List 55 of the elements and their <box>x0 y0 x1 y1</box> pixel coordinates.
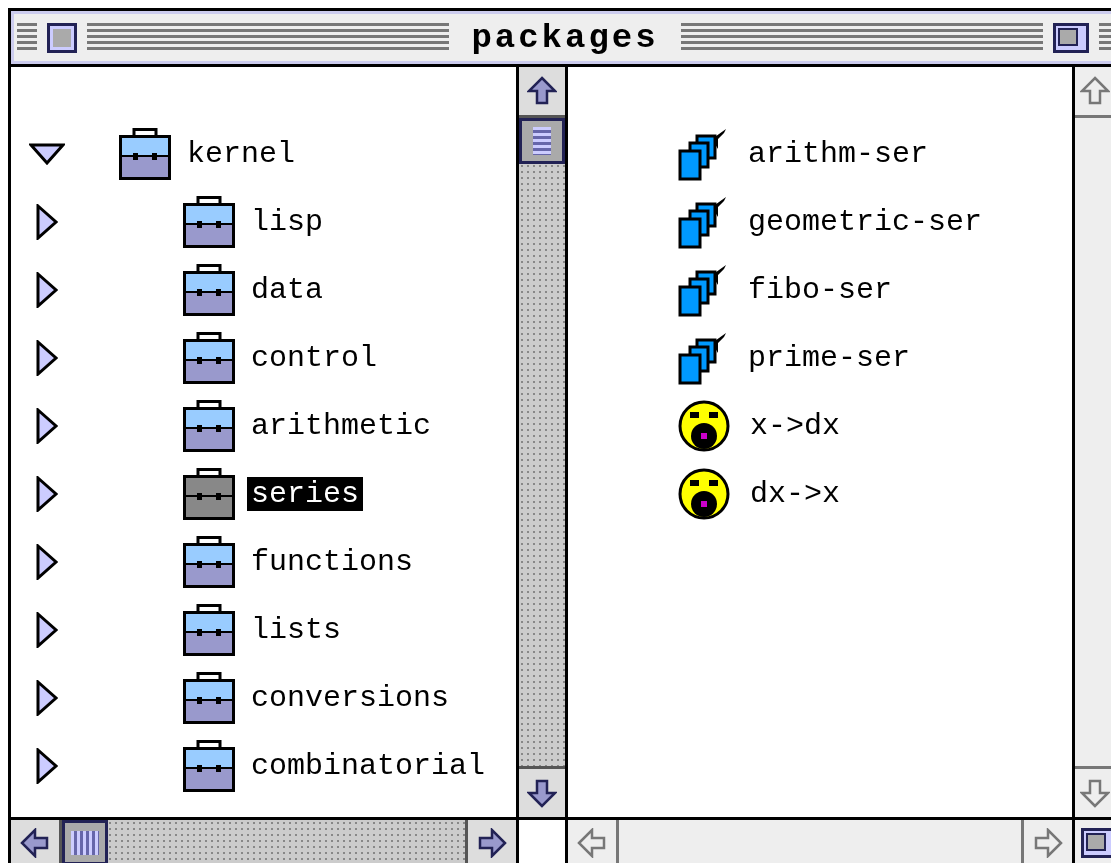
zoom-box[interactable] <box>1053 22 1089 53</box>
briefcase-icon <box>183 536 235 588</box>
briefcase-icon <box>119 128 171 180</box>
package-name[interactable]: lists <box>247 613 345 647</box>
package-name[interactable]: data <box>247 273 327 307</box>
briefcase-icon <box>183 400 235 452</box>
briefcase-icon <box>183 604 235 656</box>
screaming-face-icon <box>678 468 730 520</box>
scroll-down-arrow-icon[interactable] <box>527 778 557 808</box>
resize-box[interactable] <box>1081 827 1111 858</box>
item-name[interactable]: geometric-ser <box>748 205 983 239</box>
briefcase-icon <box>183 468 235 520</box>
title-bar-stripes <box>17 22 37 53</box>
stacked-pages-icon <box>678 195 728 249</box>
item-name[interactable]: arithm-ser <box>748 137 929 171</box>
briefcase-icon <box>183 264 235 316</box>
expand-triangle-icon[interactable] <box>36 476 58 512</box>
scroll-right-arrow-icon[interactable] <box>477 827 507 858</box>
package-name[interactable]: functions <box>247 545 418 579</box>
package-name[interactable]: control <box>247 341 382 375</box>
horizontal-scrollbar[interactable] <box>11 820 519 863</box>
vertical-scrollbar[interactable] <box>519 67 568 817</box>
briefcase-icon <box>183 332 235 384</box>
package-name[interactable]: arithmetic <box>247 409 436 443</box>
item-name[interactable]: fibo-ser <box>748 273 893 307</box>
briefcase-icon <box>183 672 235 724</box>
window-title: packages <box>470 18 660 57</box>
expand-triangle-icon[interactable] <box>36 680 58 716</box>
expand-triangle-icon[interactable] <box>36 748 58 784</box>
item-name[interactable]: prime-ser <box>748 341 911 375</box>
expand-triangle-icon[interactable] <box>36 544 58 580</box>
scroll-left-arrow-icon[interactable] <box>20 827 50 858</box>
expand-triangle-icon[interactable] <box>36 408 58 444</box>
expand-triangle-icon[interactable] <box>36 612 58 648</box>
package-name[interactable]: kernel <box>183 137 300 171</box>
package-name[interactable]: combinatorial <box>247 749 490 783</box>
item-name[interactable]: dx->x <box>750 477 840 511</box>
expand-triangle-icon[interactable] <box>36 204 58 240</box>
expand-triangle-icon[interactable] <box>36 272 58 308</box>
briefcase-icon <box>183 196 235 248</box>
collapse-triangle-icon[interactable] <box>29 143 65 165</box>
briefcase-icon <box>183 740 235 792</box>
scroll-up-arrow-icon[interactable] <box>527 76 557 106</box>
stacked-pages-icon <box>678 263 728 317</box>
item-name[interactable]: x->dx <box>750 409 840 443</box>
package-name[interactable]: lisp <box>247 205 327 239</box>
package-name[interactable]: series <box>247 477 364 511</box>
stacked-pages-icon <box>678 127 728 181</box>
expand-triangle-icon[interactable] <box>36 340 58 376</box>
scroll-thumb[interactable] <box>62 820 108 863</box>
screaming-face-icon <box>678 400 730 452</box>
package-name[interactable]: conversions <box>247 681 454 715</box>
stacked-pages-icon <box>678 331 728 385</box>
scroll-thumb[interactable] <box>519 118 565 164</box>
close-box[interactable] <box>47 22 77 53</box>
